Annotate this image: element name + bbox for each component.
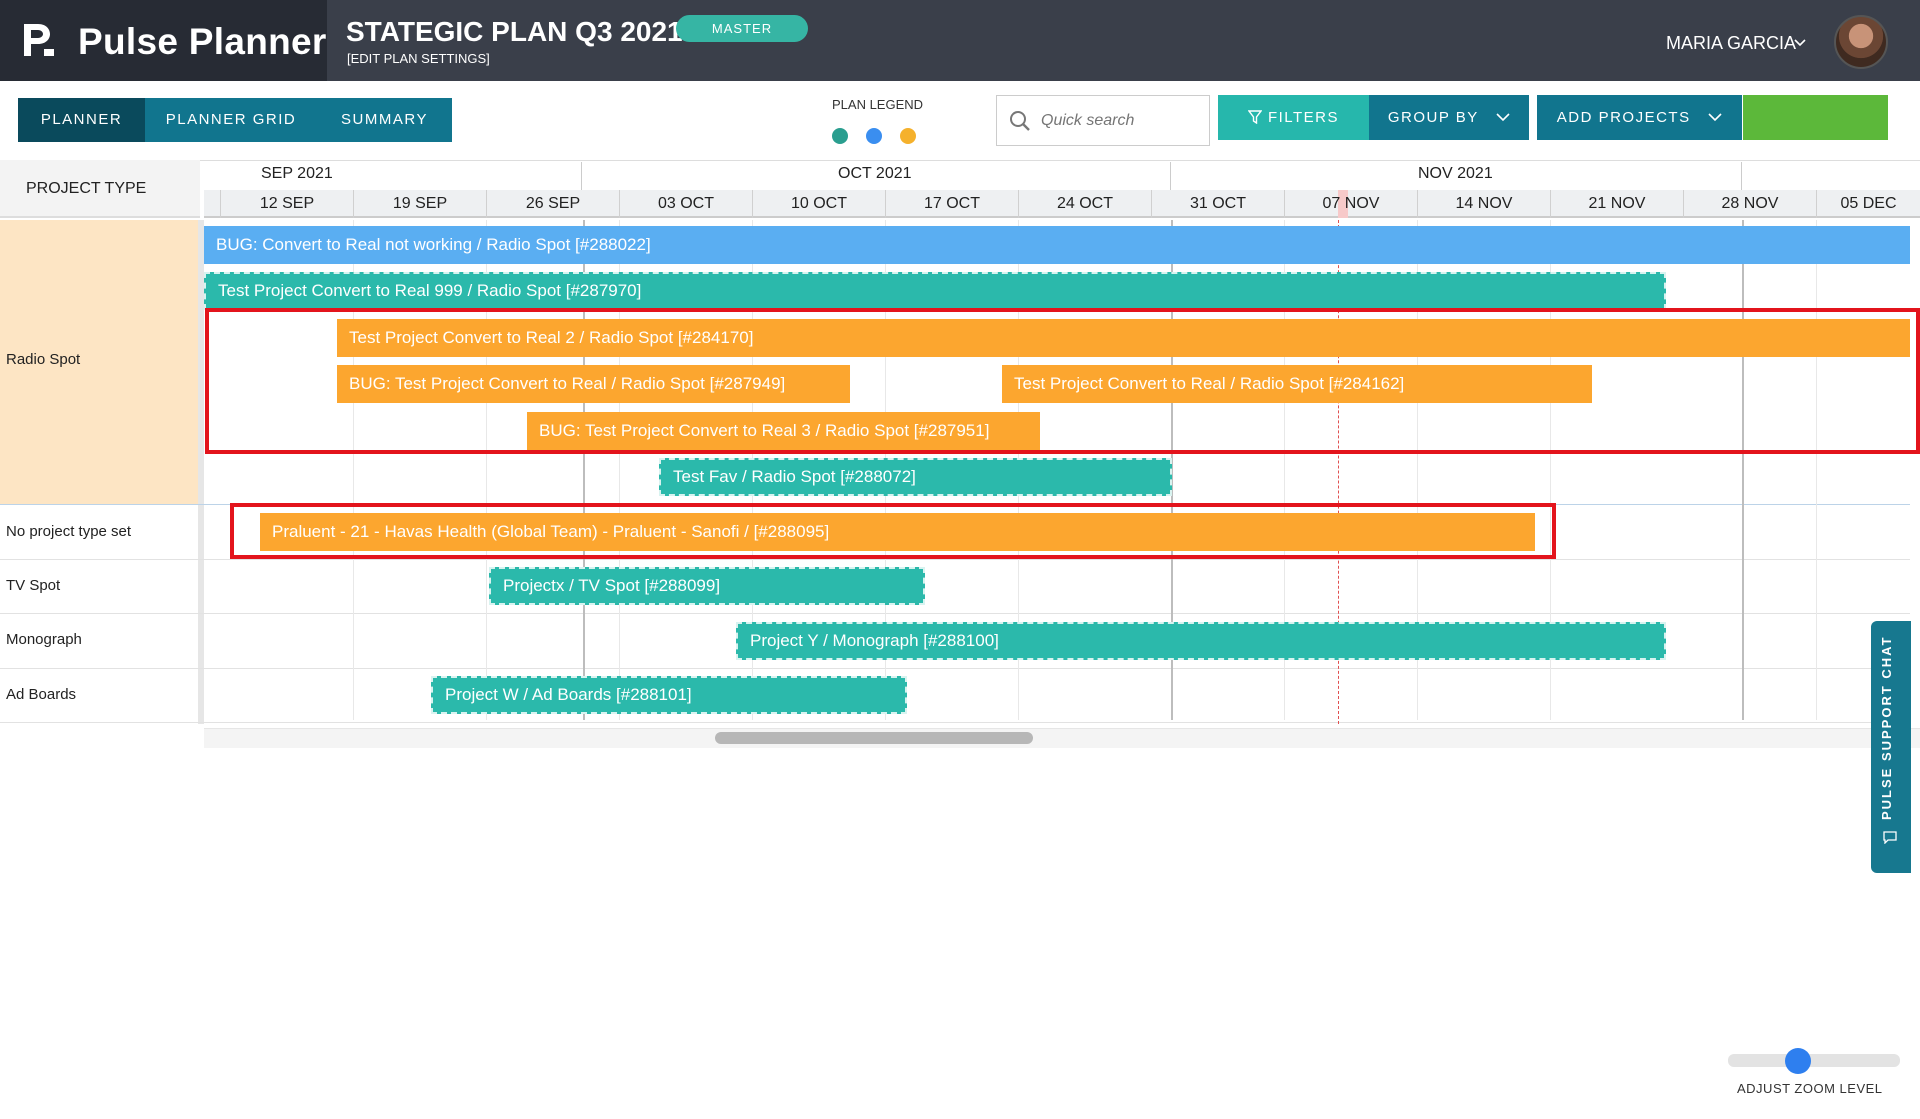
zoom-slider-handle[interactable] — [1785, 1048, 1811, 1074]
highlight-box — [230, 503, 1556, 559]
chat-icon — [1883, 831, 1897, 844]
project-bar[interactable]: Project Y / Monograph [#288100] — [736, 622, 1666, 660]
chevron-down-icon — [1496, 113, 1510, 122]
week-label: 17 OCT — [885, 190, 1018, 218]
week-label: 12 SEP — [220, 190, 353, 218]
horizontal-scrollbar-thumb[interactable] — [715, 732, 1033, 744]
filters-label: FILTERS — [1267, 109, 1340, 126]
tab-planner-grid[interactable]: PLANNER GRID — [145, 98, 317, 142]
week-label: 28 NOV — [1683, 190, 1816, 218]
quick-search-input[interactable] — [1041, 109, 1201, 133]
chevron-down-icon[interactable] — [1794, 38, 1806, 48]
week-label: 03 OCT — [619, 190, 752, 218]
pulse-logo-icon — [24, 24, 54, 56]
plan-legend-title: PLAN LEGEND — [832, 97, 924, 112]
group-by-button[interactable]: GROUP BY — [1369, 95, 1529, 140]
legend-dot-blue[interactable] — [866, 128, 882, 144]
project-bar[interactable]: BUG: Convert to Real not working / Radio… — [204, 226, 1910, 264]
legend-dot-orange[interactable] — [900, 128, 916, 144]
grid-line — [1816, 220, 1817, 720]
save-as-label: SAVE AS — [1779, 109, 1852, 126]
week-label: 19 SEP — [353, 190, 486, 218]
tab-planner[interactable]: PLANNER — [18, 98, 145, 142]
row-label-tv-spot: TV Spot — [6, 577, 61, 594]
row-label-ad-boards: Ad Boards — [6, 686, 77, 703]
row-label-radio-spot: Radio Spot — [6, 351, 81, 368]
week-label: 07 NOV — [1284, 190, 1417, 218]
month-label: OCT 2021 — [838, 165, 912, 182]
add-projects-button[interactable]: ADD PROJECTS — [1537, 95, 1742, 140]
week-label: 26 SEP — [486, 190, 619, 218]
week-label: 10 OCT — [752, 190, 885, 218]
chevron-down-icon — [1708, 113, 1722, 122]
month-divider — [1741, 162, 1742, 190]
group-by-label: GROUP BY — [1387, 109, 1479, 126]
row-separator — [0, 559, 1910, 560]
app-root: Pulse Planner STATEGIC PLAN Q3 2021 [EDI… — [0, 0, 1920, 1119]
month-label: SEP 2021 — [261, 165, 333, 182]
grid-line — [1742, 220, 1744, 720]
row-separator — [0, 613, 1910, 614]
avatar[interactable] — [1834, 15, 1888, 69]
tab-summary[interactable]: SUMMARY — [317, 98, 452, 142]
project-bar[interactable]: Projectx / TV Spot [#288099] — [489, 567, 925, 605]
project-bar[interactable]: Project W / Ad Boards [#288101] — [431, 676, 907, 714]
month-divider — [1170, 162, 1171, 190]
support-chat-label: PULSE SUPPORT CHAT — [1879, 635, 1894, 820]
project-bar[interactable]: Test Project Convert to Real 999 / Radio… — [204, 272, 1666, 310]
week-label: 31 OCT — [1151, 190, 1284, 218]
month-label: NOV 2021 — [1418, 165, 1493, 182]
filter-icon — [1247, 110, 1263, 125]
month-divider — [581, 162, 582, 190]
project-bar[interactable]: Test Fav / Radio Spot [#288072] — [659, 458, 1172, 496]
view-tabs: PLANNER PLANNER GRID SUMMARY — [18, 98, 452, 142]
project-type-header: PROJECT TYPE — [0, 160, 200, 218]
filters-button[interactable]: FILTERS — [1218, 95, 1369, 140]
week-label: 05 DEC — [1816, 190, 1920, 218]
row-label-no-type: No project type set — [6, 523, 132, 540]
highlight-box — [205, 308, 1920, 454]
add-projects-label: ADD PROJECTS — [1556, 109, 1691, 126]
edit-plan-settings-link[interactable]: [EDIT PLAN SETTINGS] — [347, 51, 490, 66]
save-as-button[interactable]: SAVE AS — [1743, 95, 1888, 140]
row-separator — [0, 668, 1910, 669]
app-name: Pulse Planner — [78, 21, 327, 62]
week-label: 14 NOV — [1417, 190, 1550, 218]
plan-title: STATEGIC PLAN Q3 2021 — [346, 16, 683, 47]
quick-search-box[interactable] — [996, 95, 1210, 146]
week-label: 21 NOV — [1550, 190, 1683, 218]
zoom-label: ADJUST ZOOM LEVEL — [1737, 1081, 1883, 1096]
row-separator — [0, 722, 1910, 723]
search-icon — [1010, 111, 1030, 131]
user-menu[interactable]: MARIA GARCIA — [1666, 33, 1796, 54]
row-label-monograph: Monograph — [6, 631, 82, 648]
zoom-slider-track[interactable] — [1728, 1054, 1900, 1067]
horizontal-scrollbar-track[interactable] — [204, 728, 1920, 748]
legend-dot-teal[interactable] — [832, 128, 848, 144]
master-badge: MASTER — [676, 15, 808, 42]
week-label: 24 OCT — [1018, 190, 1151, 218]
brand-area[interactable]: Pulse Planner — [0, 0, 327, 81]
